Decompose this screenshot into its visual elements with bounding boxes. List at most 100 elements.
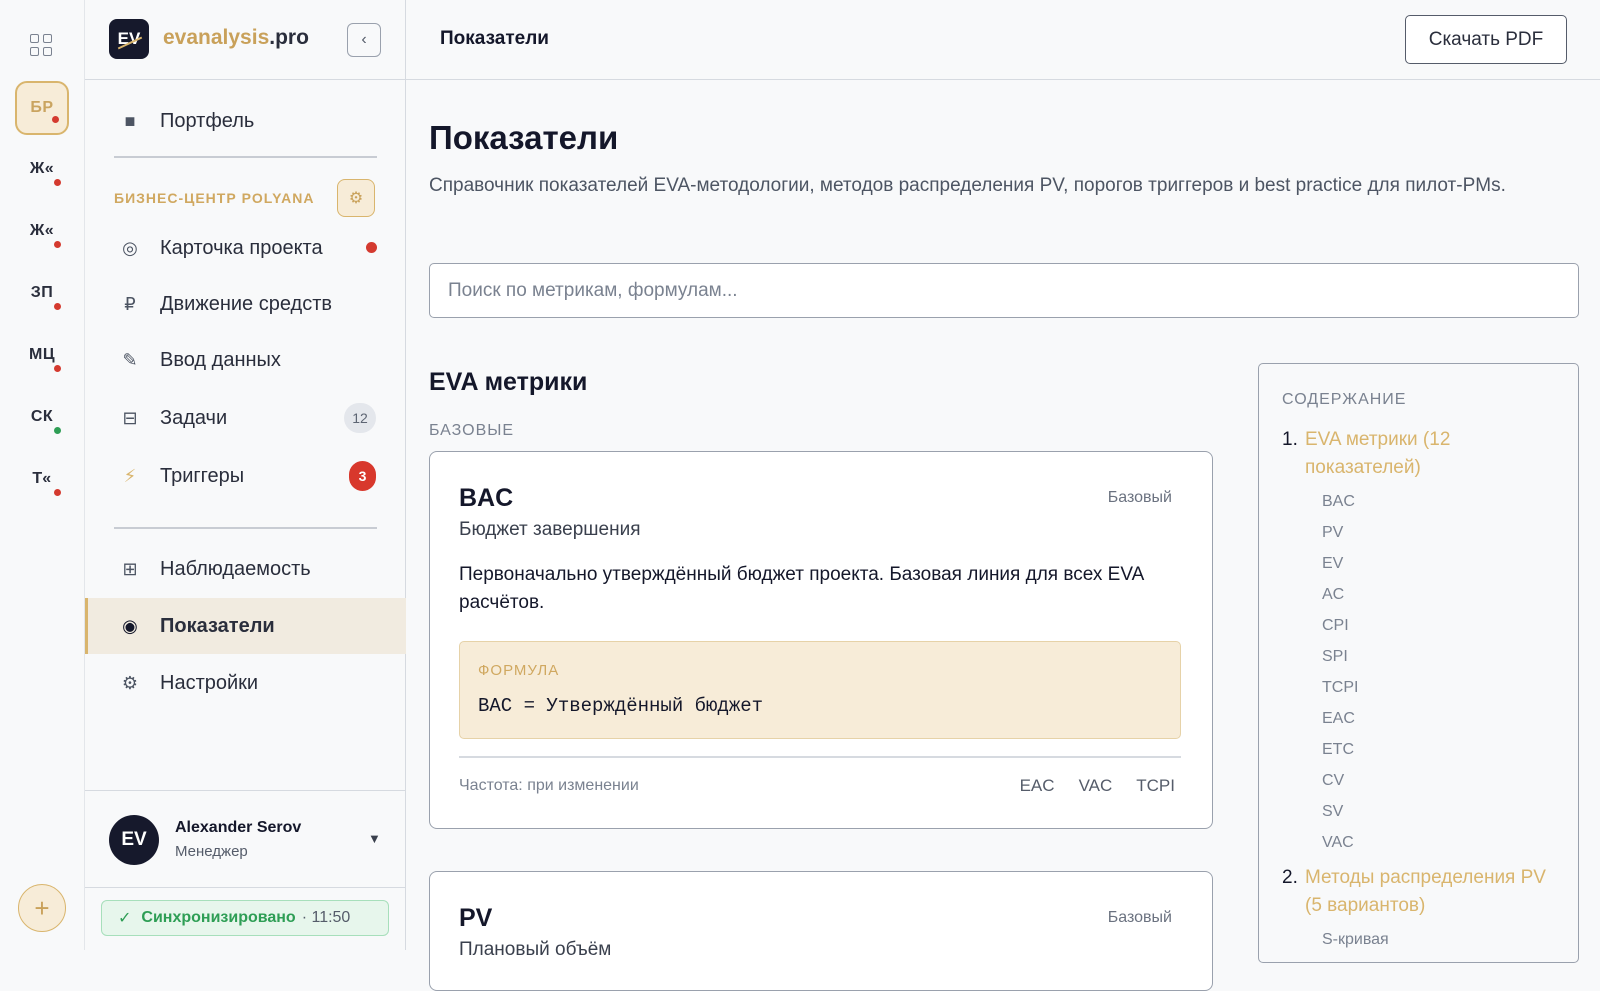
search-input[interactable] — [429, 263, 1579, 318]
toc-section-title: Методы распределения PV (5 вариантов) — [1305, 867, 1546, 916]
sidebar-item-triggers[interactable]: ⚡ Триггеры 3 — [85, 448, 406, 504]
divider — [114, 527, 377, 529]
collapse-sidebar-button[interactable]: ‹ — [347, 23, 381, 57]
sidebar-item-metrics[interactable]: ◉ Показатели — [85, 598, 406, 654]
sidebar-item-settings[interactable]: ⚙ Настройки — [85, 655, 406, 711]
square-icon: ■ — [124, 110, 136, 131]
toc-item[interactable]: SPI — [1322, 648, 1348, 666]
sidebar-item-data-entry[interactable]: ✎ Ввод данных — [85, 332, 406, 388]
toc-item[interactable]: BAC — [1322, 493, 1355, 511]
status-dot — [54, 241, 61, 248]
metric-card: BAC Базовый Бюджет завершения Первоначал… — [429, 451, 1213, 829]
rail-project-1[interactable]: БР — [15, 81, 69, 135]
sidebar-item-cashflow[interactable]: ₽ Движение средств — [85, 276, 406, 332]
rail-project-4[interactable]: ЗП — [15, 266, 69, 320]
rail-project-5[interactable]: МЦ — [15, 328, 69, 382]
toc-item[interactable]: CV — [1322, 772, 1344, 790]
toc-section-link[interactable]: 2. Методы распределения PV (5 вариантов) — [1282, 864, 1562, 920]
toc-item[interactable]: S-кривая — [1322, 931, 1389, 949]
toc-section-title: EVA метрики (12 показателей) — [1305, 429, 1451, 478]
user-menu[interactable]: EV Alexander Serov Менеджер ▼ — [85, 790, 406, 888]
sidebar-item-label: Триггеры — [160, 464, 245, 487]
formula-box: ФОРМУЛА BAC = Утверждённый бюджет — [459, 641, 1181, 739]
ruble-icon: ₽ — [124, 293, 136, 314]
table-of-contents: СОДЕРЖАНИЕ 1. EVA метрики (12 показателе… — [1258, 363, 1579, 963]
status-dot — [54, 427, 61, 434]
count-badge: 12 — [344, 403, 376, 433]
download-pdf-button[interactable]: Скачать PDF — [1405, 15, 1567, 64]
subsection-label: БАЗОВЫЕ — [429, 422, 515, 439]
toc-section-link[interactable]: 1. EVA метрики (12 показателей) — [1282, 426, 1562, 482]
toc-item[interactable]: SV — [1322, 803, 1343, 821]
alert-count-badge: 3 — [349, 461, 376, 491]
add-project-button[interactable]: + — [18, 884, 66, 932]
main-content: Показатели Справочник показателей EVA-ме… — [406, 81, 1600, 991]
toc-item[interactable]: TCPI — [1322, 679, 1358, 697]
pencil-icon: ✎ — [122, 349, 138, 370]
avatar: EV — [109, 815, 159, 865]
sidebar-item-label: Портфель — [160, 109, 255, 132]
related-metrics: EAC VAC TCPI — [1020, 776, 1175, 796]
check-icon: ✓ — [118, 910, 132, 927]
sidebar-item-project-card[interactable]: ◎ Карточка проекта — [85, 220, 406, 276]
rail-project-abbr: БР — [30, 99, 54, 116]
divider — [459, 756, 1181, 758]
section-heading: EVA метрики — [429, 368, 588, 396]
project-settings-button[interactable]: ⚙ — [337, 179, 375, 217]
main-heading: Показатели — [429, 119, 619, 156]
alert-dot — [366, 242, 377, 253]
divider — [114, 156, 377, 158]
sidebar-item-label: Показатели — [160, 614, 275, 637]
status-dot — [54, 365, 61, 372]
brand-header: EV evanalysis.pro ‹ — [85, 0, 406, 80]
sidebar-item-tasks[interactable]: ⊟ Задачи 12 — [85, 390, 406, 446]
metric-code: PV — [459, 904, 493, 932]
sidebar-item-label: Движение средств — [160, 292, 333, 315]
toc-item[interactable]: PV — [1322, 524, 1343, 542]
metric-frequency: Частота: при изменении — [459, 777, 639, 794]
toc-item[interactable]: ETC — [1322, 741, 1354, 759]
page-title: Показатели — [440, 28, 549, 49]
toc-item[interactable]: VAC — [1322, 834, 1354, 852]
gear-icon: ⚙ — [121, 672, 139, 693]
rail-project-3[interactable]: Ж« — [15, 204, 69, 258]
rail-project-6[interactable]: СК — [15, 390, 69, 444]
status-dot — [54, 489, 61, 496]
toc-section-number: 2. — [1282, 867, 1298, 888]
metric-code: BAC — [459, 484, 514, 512]
related-metric-link[interactable]: TCPI — [1136, 776, 1175, 796]
rail-project-abbr: СК — [30, 408, 54, 425]
rail-project-7[interactable]: Т« — [15, 452, 69, 506]
rail-project-2[interactable]: Ж« — [15, 142, 69, 196]
sync-status-text: Синхронизировано — [141, 909, 296, 926]
sidebar-item-label: Ввод данных — [160, 348, 281, 371]
toc-item[interactable]: CPI — [1322, 617, 1349, 635]
toc-item[interactable]: AC — [1322, 586, 1344, 604]
metric-kind: Базовый — [1107, 909, 1172, 926]
chevron-down-icon[interactable]: ▼ — [368, 831, 381, 846]
formula-label: ФОРМУЛА — [478, 662, 560, 679]
metric-name: Бюджет завершения — [459, 519, 641, 540]
sidebar-item-label: Настройки — [160, 671, 259, 694]
sidebar-item-portfolio[interactable]: ■ Портфель — [85, 93, 406, 149]
status-dot — [54, 179, 61, 186]
toc-item[interactable]: EV — [1322, 555, 1343, 573]
sidebar-item-observability[interactable]: ⊞ Наблюдаемость — [85, 541, 406, 597]
metric-card: PV Базовый Плановый объём — [429, 871, 1213, 991]
related-metric-link[interactable]: VAC — [1079, 776, 1113, 796]
metric-kind: Базовый — [1107, 489, 1172, 506]
gear-icon: ⚙ — [348, 190, 364, 207]
metric-description: Первоначально утверждённый бюджет проект… — [459, 564, 1144, 613]
rail-project-abbr: МЦ — [28, 346, 55, 363]
brand-name-suffix: .pro — [269, 26, 309, 49]
logo[interactable]: EV — [109, 19, 149, 59]
target-icon: ◎ — [122, 237, 138, 258]
toc-item[interactable]: EAC — [1322, 710, 1355, 728]
lead-text: Справочник показателей EVA-методологии, … — [429, 175, 1506, 196]
toc-title: СОДЕРЖАНИЕ — [1282, 391, 1407, 408]
status-dot — [52, 116, 59, 123]
toc-section-number: 1. — [1282, 429, 1298, 450]
related-metric-link[interactable]: EAC — [1020, 776, 1055, 796]
formula-text: BAC = Утверждённый бюджет — [478, 695, 764, 717]
apps-grid-icon[interactable] — [30, 34, 52, 56]
